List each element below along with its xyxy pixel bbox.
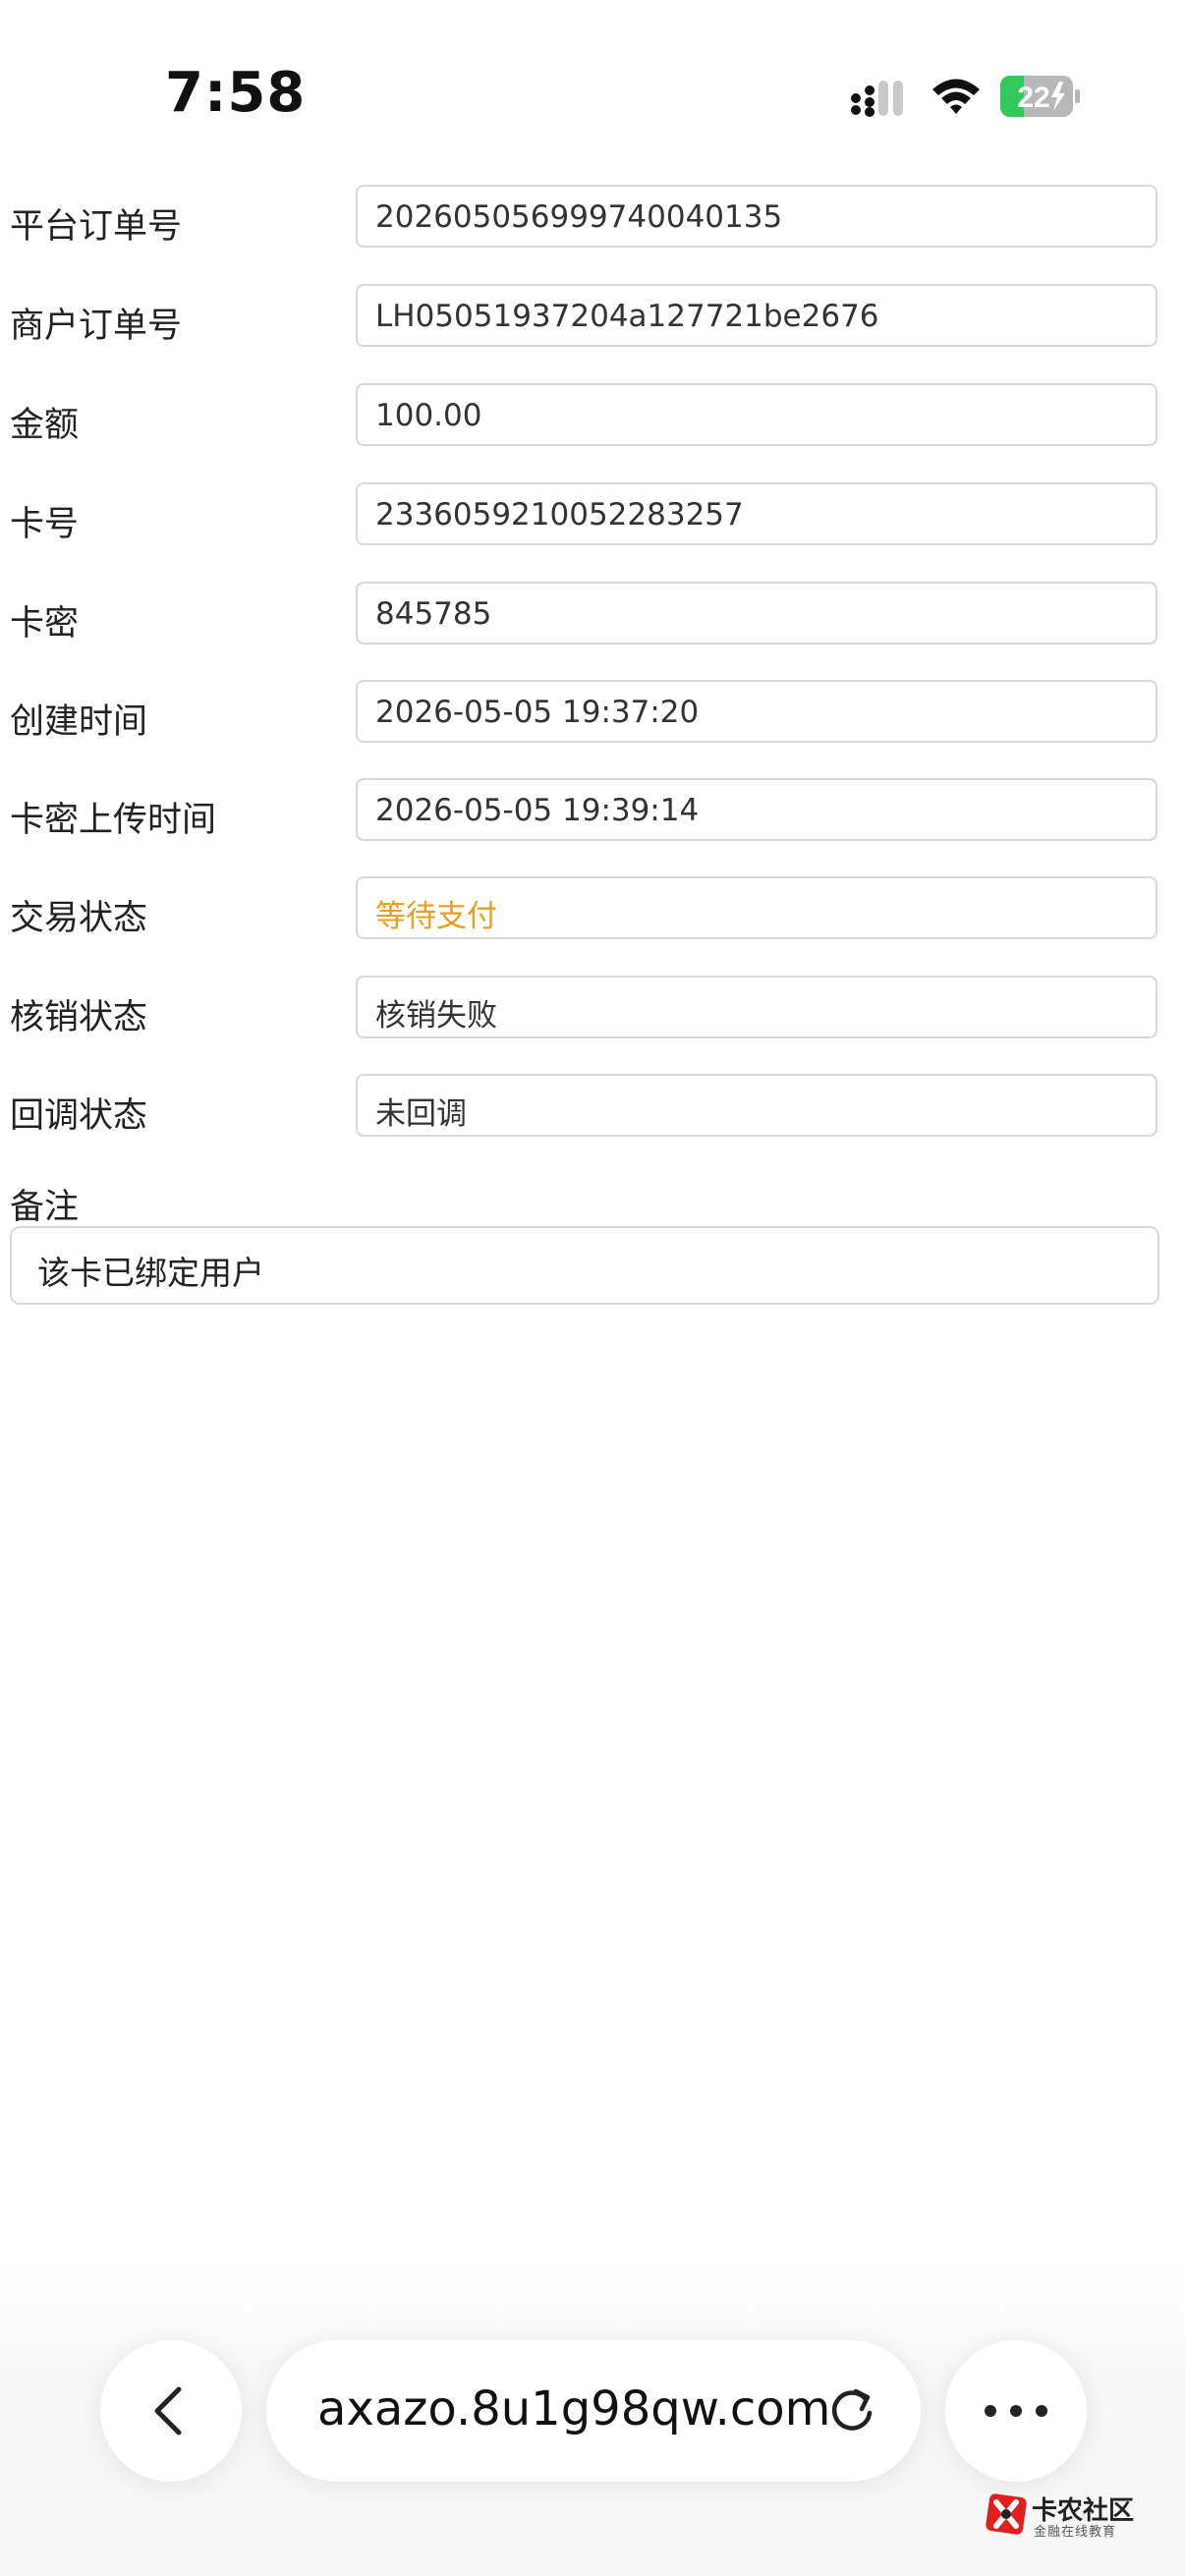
address-bar[interactable]: axazo.8u1g98qw.com — [266, 2340, 921, 2482]
field-value: LH05051937204a127721be2676 — [375, 299, 879, 334]
wifi-icon — [932, 79, 980, 114]
kanong-logo-icon — [986, 2493, 1027, 2535]
more-button[interactable] — [945, 2340, 1087, 2482]
field-value: 202605056999740040135 — [375, 199, 783, 235]
field-label: 商户订单号 — [10, 307, 183, 346]
field-redeem-status: 核销状态 核销失败 — [0, 976, 1185, 1042]
field-value-box[interactable]: 核销失败 — [356, 976, 1157, 1038]
field-label: 核销状态 — [10, 998, 148, 1037]
watermark-logo: 卡农社区 金融在线教育 — [985, 2491, 1152, 2540]
field-value: 未回调 — [375, 1096, 467, 1132]
field-card-number: 卡号 2336059210052283257 — [0, 482, 1185, 549]
field-label: 金额 — [10, 406, 80, 445]
field-value: 2026-05-05 19:39:14 — [375, 793, 700, 828]
trade-status-value: 等待支付 — [375, 899, 497, 934]
remark-field[interactable]: 该卡已绑定用户 — [10, 1226, 1159, 1305]
status-bar: 7:58 22 — [0, 0, 1185, 187]
remark-value: 该卡已绑定用户 — [37, 1254, 264, 1292]
field-label: 创建时间 — [10, 702, 148, 742]
field-label: 平台订单号 — [10, 207, 183, 247]
cellular-signal-icon — [851, 81, 903, 117]
field-platform-order-no: 平台订单号 202605056999740040135 — [0, 185, 1185, 252]
field-value: 2026-05-05 19:37:20 — [375, 695, 700, 730]
field-value-box[interactable]: 2336059210052283257 — [356, 482, 1157, 545]
field-label: 回调状态 — [10, 1096, 148, 1136]
chevron-left-icon — [154, 2386, 182, 2436]
field-value: 2336059210052283257 — [375, 497, 744, 532]
field-card-password: 卡密 845785 — [0, 582, 1185, 648]
field-callback-status: 回调状态 未回调 — [0, 1074, 1185, 1141]
field-value-box[interactable]: 2026-05-05 19:39:14 — [356, 778, 1157, 841]
field-label: 卡号 — [10, 505, 80, 544]
field-label: 卡密上传时间 — [10, 801, 217, 840]
field-value-box[interactable]: LH05051937204a127721be2676 — [356, 284, 1157, 347]
field-trade-status: 交易状态 等待支付 — [0, 876, 1185, 943]
watermark-subtitle: 金融在线教育 — [1034, 2525, 1117, 2540]
field-value-box[interactable]: 等待支付 — [356, 876, 1157, 939]
field-value: 100.00 — [375, 398, 482, 433]
field-value-box[interactable]: 100.00 — [356, 383, 1157, 446]
field-created-time: 创建时间 2026-05-05 19:37:20 — [0, 680, 1185, 747]
svg-text:22: 22 — [1017, 82, 1049, 114]
field-label: 交易状态 — [10, 899, 148, 938]
field-amount: 金额 100.00 — [0, 383, 1185, 450]
field-value-box[interactable]: 202605056999740040135 — [356, 185, 1157, 248]
field-value-box[interactable]: 845785 — [356, 582, 1157, 644]
status-time: 7:58 — [165, 61, 307, 125]
field-value-box[interactable]: 未回调 — [356, 1074, 1157, 1137]
field-value: 核销失败 — [375, 998, 497, 1034]
field-value-box[interactable]: 2026-05-05 19:37:20 — [356, 680, 1157, 743]
remark-label: 备注 — [10, 1188, 80, 1227]
field-merchant-order-no: 商户订单号 LH05051937204a127721be2676 — [0, 284, 1185, 351]
back-button[interactable] — [100, 2340, 242, 2482]
url-text: axazo.8u1g98qw.com — [317, 2381, 831, 2436]
field-value: 845785 — [375, 596, 492, 632]
more-dots-icon — [985, 2405, 1047, 2417]
battery-icon: 22 — [1000, 76, 1080, 117]
field-upload-time: 卡密上传时间 2026-05-05 19:39:14 — [0, 778, 1185, 845]
field-label: 卡密 — [10, 604, 80, 644]
reload-icon[interactable] — [824, 2383, 879, 2438]
